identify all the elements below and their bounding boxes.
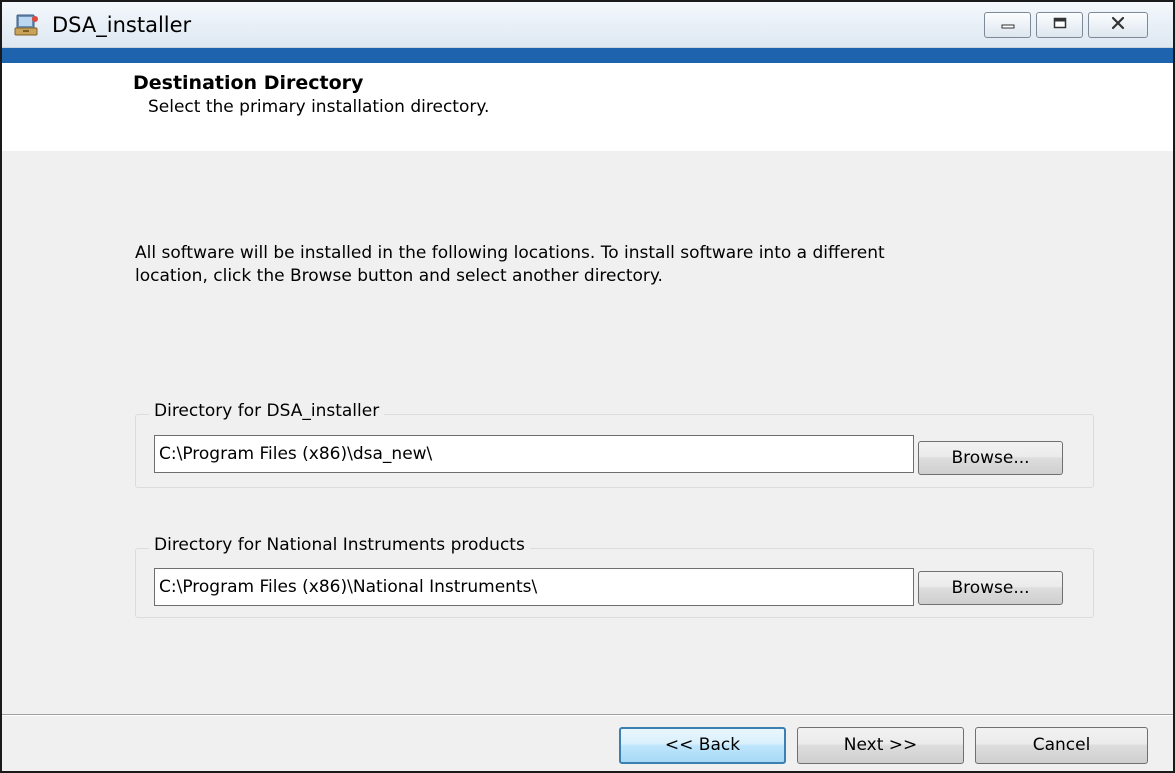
browse-button[interactable]: Browse...: [918, 441, 1063, 475]
page-subtitle: Select the primary installation director…: [148, 97, 490, 117]
installer-window: DSA_installer Destination Directory Sele…: [0, 0, 1175, 773]
directory-path-input[interactable]: C:\Program Files (x86)\National Instrume…: [154, 568, 914, 606]
installer-icon: [14, 13, 40, 37]
next-button[interactable]: Next >>: [797, 727, 964, 764]
directory-label: Directory for National Instruments produ…: [149, 535, 530, 555]
directory-path-input[interactable]: C:\Program Files (x86)\dsa_new\: [154, 435, 914, 473]
cancel-button[interactable]: Cancel: [975, 727, 1148, 764]
title-accent-bar: [2, 48, 1173, 63]
minimize-icon: [1001, 16, 1015, 34]
directory-label: Directory for DSA_installer: [149, 401, 385, 421]
restore-icon: [1053, 16, 1067, 34]
page-title: Destination Directory: [133, 72, 364, 94]
intro-text: All software will be installed in the fo…: [135, 243, 885, 286]
close-button[interactable]: [1088, 12, 1148, 38]
browse-button[interactable]: Browse...: [918, 571, 1063, 605]
close-icon: [1110, 16, 1126, 35]
maximize-button[interactable]: [1036, 12, 1083, 38]
window-title: DSA_installer: [52, 13, 192, 37]
minimize-button[interactable]: [984, 12, 1031, 38]
directory-group-ni: Directory for National Instruments produ…: [135, 535, 1094, 618]
directory-group-dsa: Directory for DSA_installer C:\Program F…: [135, 401, 1094, 488]
footer-divider: [2, 714, 1173, 716]
title-bar[interactable]: DSA_installer: [2, 2, 1173, 48]
wizard-header: Destination Directory Select the primary…: [2, 63, 1173, 151]
back-button[interactable]: << Back: [619, 727, 786, 764]
